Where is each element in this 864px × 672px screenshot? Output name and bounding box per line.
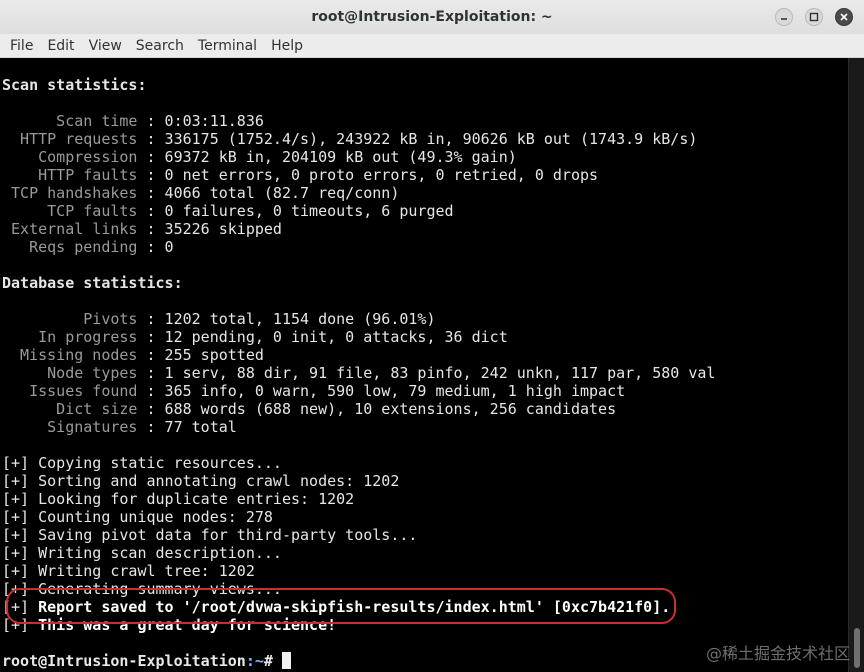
prompt-symbol: # xyxy=(263,652,282,670)
vertical-scrollbar[interactable] xyxy=(848,58,864,672)
title-bar[interactable]: root@Intrusion-Exploitation: ~ xyxy=(0,0,864,35)
progress-line: [+] Copying static resources... xyxy=(2,454,282,472)
maximize-icon xyxy=(809,12,819,22)
stat-label: Node types xyxy=(2,364,138,382)
menu-file[interactable]: File xyxy=(3,34,40,58)
scan-statistics-heading: Scan statistics: xyxy=(2,76,147,94)
stat-value: : 1 serv, 88 dir, 91 file, 83 pinfo, 242… xyxy=(137,364,716,382)
prompt-path: :~ xyxy=(245,652,264,670)
stat-value: : 365 info, 0 warn, 590 low, 79 medium, … xyxy=(137,382,626,400)
stat-label: External links xyxy=(2,220,138,238)
menu-edit[interactable]: Edit xyxy=(40,34,81,58)
stat-value: : 35226 skipped xyxy=(137,220,282,238)
scrollbar-thumb[interactable] xyxy=(854,628,860,668)
final-message-line: [+] This was a great day for science! xyxy=(2,616,336,634)
stat-label: In progress xyxy=(2,328,138,346)
stat-label: Dict size xyxy=(2,400,138,418)
stat-value: : 0 xyxy=(137,238,174,256)
report-saved-line: [+] Report saved to '/root/dvwa-skipfish… xyxy=(2,598,670,616)
shell-prompt[interactable]: root@Intrusion-Exploitation:~# xyxy=(2,652,291,670)
stat-value: : 255 spotted xyxy=(137,346,264,364)
stat-label: Reqs pending xyxy=(2,238,138,256)
progress-line: [+] Writing scan description... xyxy=(2,544,282,562)
stat-value: : 336175 (1752.4/s), 243922 kB in, 90626… xyxy=(137,130,698,148)
progress-line: [+] Saving pivot data for third-party to… xyxy=(2,526,418,544)
scan-stat-row: Scan time : 0:03:11.836 xyxy=(2,112,264,130)
stat-label: Missing nodes xyxy=(2,346,138,364)
scan-stat-row: TCP handshakes : 4066 total (82.7 req/co… xyxy=(2,184,399,202)
scan-stat-row: HTTP requests : 336175 (1752.4/s), 24392… xyxy=(2,130,697,148)
terminal-output[interactable]: Scan statistics: Scan time : 0:03:11.836… xyxy=(0,58,848,672)
stat-value: : 0 net errors, 0 proto errors, 0 retrie… xyxy=(137,166,599,184)
progress-line: [+] Generating summary views... xyxy=(2,580,282,598)
stat-label: Scan time xyxy=(2,112,138,130)
scan-stat-row: External links : 35226 skipped xyxy=(2,220,282,238)
stat-label: HTTP faults xyxy=(2,166,138,184)
db-stat-row: Node types : 1 serv, 88 dir, 91 file, 83… xyxy=(2,364,715,382)
window-title: root@Intrusion-Exploitation: ~ xyxy=(311,9,553,25)
progress-line: [+] Counting unique nodes: 278 xyxy=(2,508,273,526)
minimize-icon xyxy=(781,18,787,20)
prompt-user-host: root@Intrusion-Exploitation xyxy=(2,652,246,670)
terminal-window: root@Intrusion-Exploitation: ~ File Edit… xyxy=(0,0,864,672)
menu-terminal[interactable]: Terminal xyxy=(191,34,264,58)
scan-stat-row: Reqs pending : 0 xyxy=(2,238,174,256)
report-saved-text: Report saved to '/root/dvwa-skipfish-res… xyxy=(38,598,671,616)
db-stat-row: Dict size : 688 words (688 new), 10 exte… xyxy=(2,400,616,418)
stat-label: HTTP requests xyxy=(2,130,138,148)
menu-help[interactable]: Help xyxy=(264,34,310,58)
close-button[interactable] xyxy=(835,8,853,26)
stat-label: Pivots xyxy=(2,310,138,328)
maximize-button[interactable] xyxy=(805,8,823,26)
stat-label: Compression xyxy=(2,148,138,166)
db-stat-row: Pivots : 1202 total, 1154 done (96.01%) xyxy=(2,310,435,328)
scan-stat-row: Compression : 69372 kB in, 204109 kB out… xyxy=(2,148,517,166)
progress-line: [+] Writing crawl tree: 1202 xyxy=(2,562,255,580)
progress-line: [+] Sorting and annotating crawl nodes: … xyxy=(2,472,400,490)
menu-bar: File Edit View Search Terminal Help xyxy=(0,34,864,58)
stat-value: : 4066 total (82.7 req/conn) xyxy=(137,184,400,202)
line-prefix: [+] xyxy=(2,598,39,616)
scan-stat-row: TCP faults : 0 failures, 0 timeouts, 6 p… xyxy=(2,202,454,220)
db-stat-row: Signatures : 77 total xyxy=(2,418,237,436)
stat-value: : 69372 kB in, 204109 kB out (49.3% gain… xyxy=(137,148,517,166)
database-statistics-heading: Database statistics: xyxy=(2,274,183,292)
stat-label: TCP handshakes xyxy=(2,184,138,202)
db-stat-row: Missing nodes : 255 spotted xyxy=(2,346,264,364)
progress-line: [+] Looking for duplicate entries: 1202 xyxy=(2,490,355,508)
stat-value: : 1202 total, 1154 done (96.01%) xyxy=(137,310,436,328)
stat-value: : 77 total xyxy=(137,418,237,436)
db-stat-row: In progress : 12 pending, 0 init, 0 atta… xyxy=(2,328,508,346)
menu-view[interactable]: View xyxy=(82,34,129,58)
menu-search[interactable]: Search xyxy=(129,34,191,58)
stat-label: Signatures xyxy=(2,418,138,436)
watermark: @稀土掘金技术社区 xyxy=(705,644,850,663)
stat-value: : 0:03:11.836 xyxy=(137,112,264,130)
stat-label: TCP faults xyxy=(2,202,138,220)
stat-value: : 688 words (688 new), 10 extensions, 25… xyxy=(137,400,617,418)
minimize-button[interactable] xyxy=(775,8,793,26)
db-stat-row: Issues found : 365 info, 0 warn, 590 low… xyxy=(2,382,625,400)
stat-value: : 12 pending, 0 init, 0 attacks, 36 dict xyxy=(137,328,508,346)
stat-label: Issues found xyxy=(2,382,138,400)
line-prefix: [+] xyxy=(2,616,39,634)
scan-stat-row: HTTP faults : 0 net errors, 0 proto erro… xyxy=(2,166,598,184)
text-cursor xyxy=(281,652,291,669)
final-message-text: This was a great day for science! xyxy=(38,616,337,634)
stat-value: : 0 failures, 0 timeouts, 6 purged xyxy=(137,202,454,220)
close-icon xyxy=(840,13,848,21)
